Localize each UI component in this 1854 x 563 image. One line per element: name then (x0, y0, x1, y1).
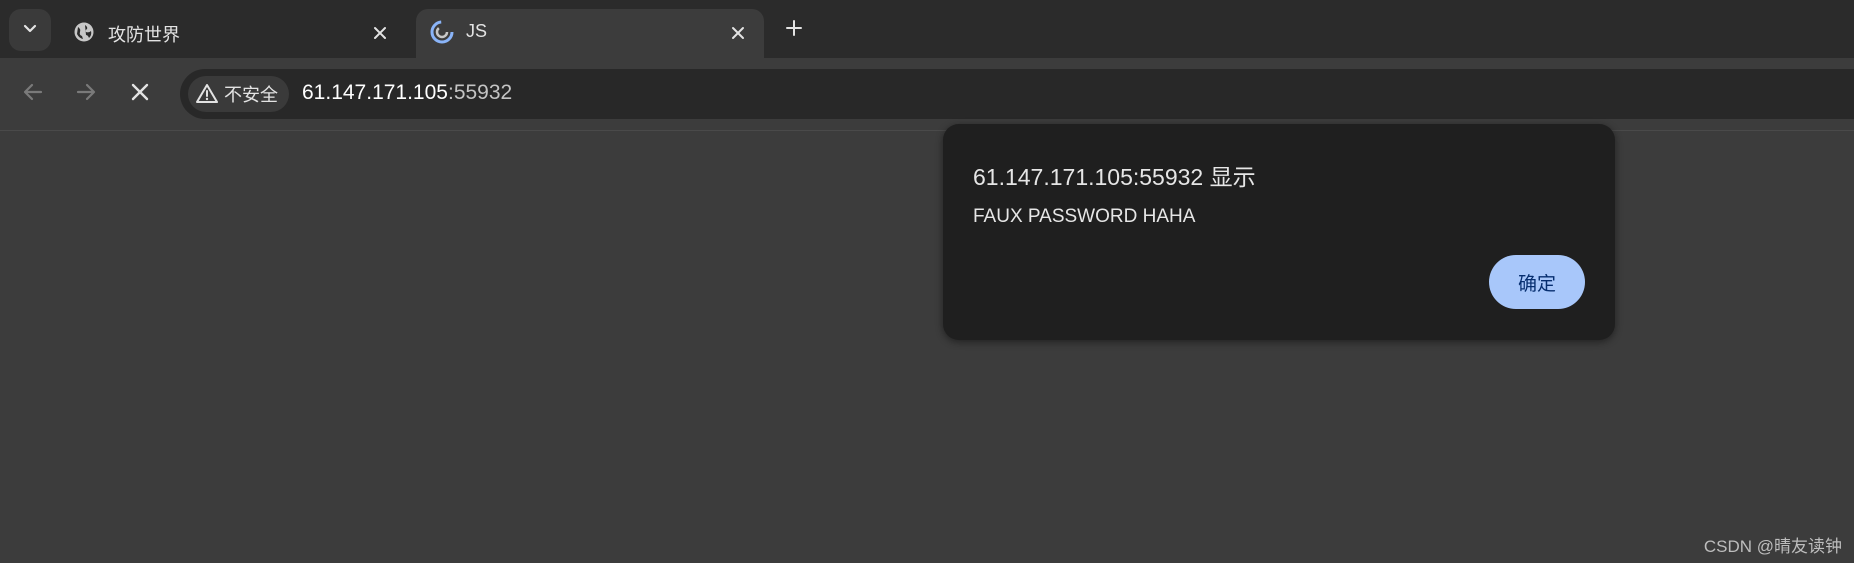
arrow-left-icon (22, 81, 44, 108)
url-port: :55932 (447, 81, 513, 104)
forward-button[interactable] (66, 74, 106, 114)
close-icon[interactable] (368, 21, 392, 45)
tab-gongfang[interactable]: 攻防世界 (58, 9, 406, 58)
url-text[interactable]: 61.147.171.105:55932 (302, 81, 512, 105)
ok-button[interactable]: 确定 (1489, 255, 1585, 309)
security-chip[interactable]: 不安全 (188, 76, 289, 112)
tab-title: 攻防世界 (108, 25, 180, 45)
url-host: 61.147.171.105 (302, 81, 448, 104)
security-chip-label: 不安全 (224, 85, 278, 105)
dialog-message: FAUX PASSWORD HAHA (973, 206, 1196, 227)
chevron-down-icon (22, 20, 38, 41)
globe-icon (72, 20, 96, 44)
arrow-right-icon (75, 81, 97, 108)
new-tab-button[interactable] (776, 12, 812, 48)
tab-strip: 攻防世界 JS (0, 0, 1854, 58)
watermark: CSDN @晴友读钟 (1703, 537, 1842, 556)
back-button[interactable] (13, 74, 53, 114)
tab-title: JS (466, 21, 488, 41)
dialog-title: 61.147.171.105:55932 显示 (973, 164, 1256, 190)
tab-js[interactable]: JS (416, 9, 764, 58)
warning-icon (196, 83, 218, 105)
close-icon (130, 82, 150, 107)
loading-favicon-icon (430, 20, 454, 44)
close-icon[interactable] (726, 21, 750, 45)
address-bar[interactable]: 不安全 61.147.171.105:55932 (180, 69, 1854, 119)
stop-loading-button[interactable] (120, 74, 160, 114)
toolbar: 不安全 61.147.171.105:55932 (0, 58, 1854, 131)
plus-icon (785, 19, 803, 42)
alert-dialog: 61.147.171.105:55932 显示 FAUX PASSWORD HA… (943, 124, 1615, 340)
tab-search-button[interactable] (9, 9, 51, 51)
